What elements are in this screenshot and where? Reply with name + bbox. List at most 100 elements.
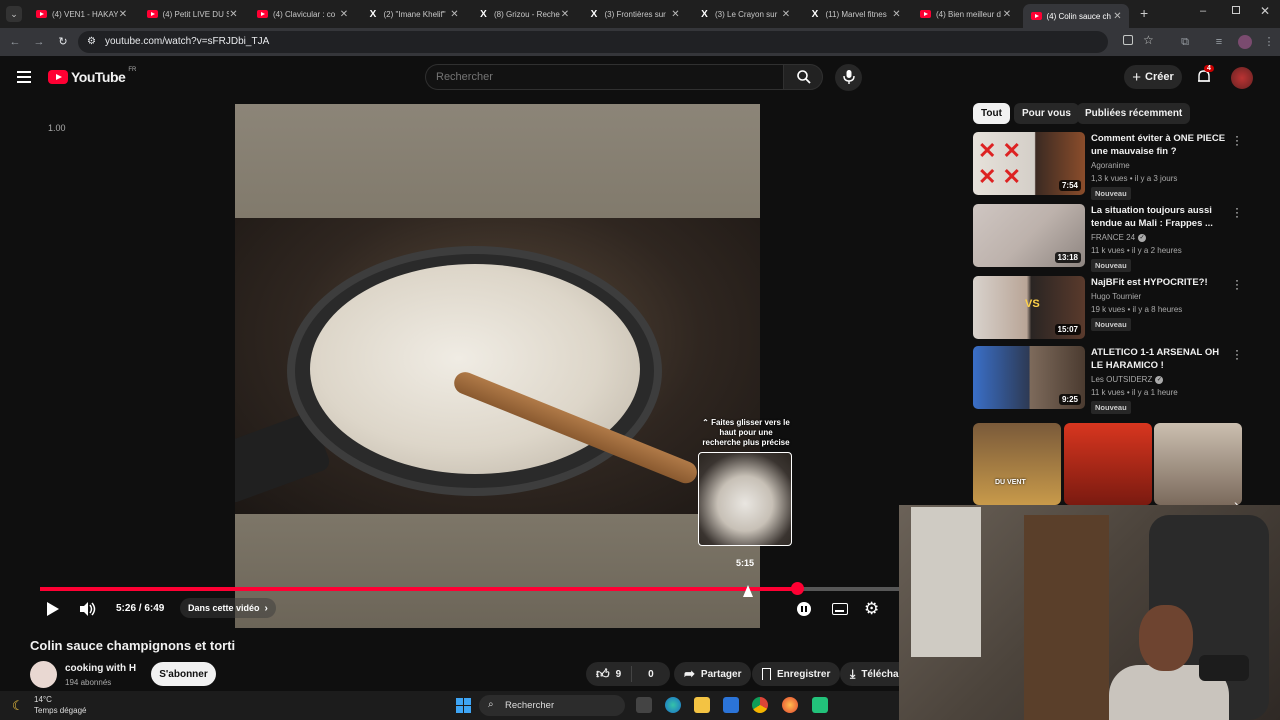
install-app-icon[interactable] bbox=[1123, 35, 1133, 45]
new-tab-button[interactable]: + bbox=[1140, 5, 1148, 21]
tab-close-icon[interactable]: ✕ bbox=[560, 9, 570, 20]
firefox-icon[interactable] bbox=[782, 697, 798, 713]
subscribe-button[interactable]: S'abonner bbox=[151, 662, 216, 686]
short-thumbnail[interactable] bbox=[1154, 423, 1242, 505]
search-button[interactable] bbox=[783, 64, 823, 90]
browser-tab[interactable]: (4) Bien meilleur d ✕ bbox=[912, 4, 1018, 24]
video-title[interactable]: ATLETICO 1-1 ARSENAL OH LE HARAMICO ! bbox=[1091, 346, 1229, 372]
chip-for-you[interactable]: Pour vous bbox=[1014, 103, 1079, 124]
maximize-button[interactable] bbox=[1232, 6, 1240, 14]
minimize-button[interactable]: – bbox=[1200, 5, 1206, 17]
chapters-button[interactable]: Dans cette vidéo › bbox=[180, 598, 276, 618]
autoplay-toggle[interactable] bbox=[797, 599, 811, 619]
video-thumbnail[interactable]: VS 15:07 bbox=[973, 276, 1085, 339]
share-button[interactable]: ➦ Partager bbox=[674, 662, 752, 686]
tab-close-icon[interactable]: ✕ bbox=[450, 9, 460, 20]
tab-close-icon[interactable]: ✕ bbox=[339, 9, 349, 20]
channel-name[interactable]: Agoranime bbox=[1091, 161, 1130, 170]
video-frame[interactable] bbox=[235, 104, 760, 628]
chrome-icon[interactable] bbox=[752, 697, 768, 713]
file-explorer-icon[interactable] bbox=[694, 697, 710, 713]
site-info-icon[interactable]: ⚙ bbox=[87, 36, 96, 47]
tab-close-icon[interactable]: ✕ bbox=[118, 9, 128, 20]
recommendation-item[interactable]: 13:18 La situation toujours aussi tendue… bbox=[973, 202, 1253, 272]
edge-icon[interactable] bbox=[665, 697, 681, 713]
short-thumbnail[interactable] bbox=[1064, 423, 1152, 505]
voice-search-button[interactable] bbox=[835, 64, 862, 91]
windows-start-icon[interactable] bbox=[456, 698, 471, 713]
tab-close-icon[interactable]: ✕ bbox=[229, 9, 239, 20]
extensions-icon[interactable]: ⧉ bbox=[1178, 35, 1192, 49]
channel-avatar[interactable] bbox=[30, 661, 57, 688]
search-box[interactable] bbox=[425, 64, 783, 90]
save-button[interactable]: Enregistrer bbox=[752, 662, 841, 686]
settings-button[interactable]: ⚙ bbox=[864, 599, 879, 619]
tab-close-icon[interactable]: ✕ bbox=[1113, 11, 1123, 22]
hamburger-menu-icon[interactable] bbox=[17, 71, 31, 83]
bookmark-star-icon[interactable]: ☆ bbox=[1143, 33, 1154, 47]
taskbar-search[interactable]: ⌕ Rechercher bbox=[479, 695, 625, 716]
browser-tab[interactable]: X (2) "Imane Khelif" ✕ bbox=[360, 4, 466, 24]
browser-menu-icon[interactable]: ⋮ bbox=[1262, 35, 1276, 49]
browser-tab[interactable]: (4) Colin sauce ch ✕ bbox=[1022, 4, 1129, 28]
recommendation-item[interactable]: ✕ ✕ ✕ ✕ 7:54 Comment éviter à ONE PIECE … bbox=[973, 130, 1253, 200]
tab-search-chevron-icon[interactable]: ⌄ bbox=[6, 6, 22, 22]
video-title[interactable]: NajBFit est HYPOCRITE?! bbox=[1091, 276, 1229, 289]
browser-tab[interactable]: (4) Clavicular : co ✕ bbox=[249, 4, 355, 24]
forward-icon[interactable]: → bbox=[32, 35, 46, 49]
browser-tab[interactable]: X (11) Marvel fitnes ✕ bbox=[802, 4, 908, 24]
more-options-icon[interactable]: · · · bbox=[1234, 274, 1240, 294]
tab-close-icon[interactable]: ✕ bbox=[671, 9, 681, 20]
search-input[interactable] bbox=[436, 71, 766, 83]
video-thumbnail[interactable]: 13:18 bbox=[973, 204, 1085, 267]
task-view-icon[interactable] bbox=[636, 697, 652, 713]
browser-tab[interactable]: X (8) Grizou - Reche ✕ bbox=[470, 4, 576, 24]
channel-name[interactable]: cooking with H bbox=[65, 663, 136, 674]
url-text[interactable]: youtube.com/watch?v=sFRJDbi_TJA bbox=[105, 36, 269, 47]
video-thumbnail[interactable]: ✕ ✕ ✕ ✕ 7:54 bbox=[973, 132, 1085, 195]
tab-close-icon[interactable]: ✕ bbox=[1002, 9, 1012, 20]
recommendation-item[interactable]: 9:25 ATLETICO 1-1 ARSENAL OH LE HARAMICO… bbox=[973, 344, 1253, 414]
address-bar[interactable]: ⚙ youtube.com/watch?v=sFRJDbi_TJA ☆ bbox=[78, 31, 1154, 53]
video-title[interactable]: La situation toujours aussi tendue au Ma… bbox=[1091, 204, 1229, 230]
more-options-icon[interactable]: · · · bbox=[1234, 344, 1240, 364]
channel-name[interactable]: FRANCE 24 ✓ bbox=[1091, 233, 1147, 242]
browser-tab[interactable]: X (3) Frontières sur ✕ bbox=[581, 4, 687, 24]
reload-icon[interactable]: ↻ bbox=[56, 35, 70, 49]
profile-avatar[interactable] bbox=[1238, 35, 1252, 49]
like-button[interactable]: 👍︎ 9 bbox=[586, 666, 633, 682]
account-avatar[interactable] bbox=[1231, 67, 1253, 89]
tab-close-icon[interactable]: ✕ bbox=[892, 9, 902, 20]
browser-tab[interactable]: (4) VEN1 - HAKAY ✕ bbox=[28, 4, 134, 24]
close-window-button[interactable]: ✕ bbox=[1260, 4, 1270, 18]
progress-scrubber[interactable] bbox=[790, 582, 804, 595]
more-options-icon[interactable]: · · · bbox=[1234, 130, 1240, 150]
channel-name[interactable]: Les OUTSIDERZ ✓ bbox=[1091, 375, 1164, 384]
volume-button[interactable] bbox=[79, 599, 97, 619]
recommendation-item[interactable]: VS 15:07 NajBFit est HYPOCRITE?! Hugo To… bbox=[973, 274, 1253, 340]
browser-tab[interactable]: (4) Petit LIVE DU S ✕ bbox=[139, 4, 245, 24]
channel-name[interactable]: Hugo Tournier bbox=[1091, 292, 1141, 301]
more-options-icon[interactable]: · · · bbox=[1234, 202, 1240, 222]
video-title[interactable]: Comment éviter à ONE PIECE une mauvaise … bbox=[1091, 132, 1229, 158]
app-icon[interactable] bbox=[812, 697, 828, 713]
short-thumbnail[interactable]: DU VENT bbox=[973, 423, 1061, 505]
youtube-logo[interactable]: YouTube FR bbox=[48, 67, 136, 85]
store-icon[interactable] bbox=[723, 697, 739, 713]
progress-bar[interactable] bbox=[40, 582, 900, 595]
video-player[interactable]: 1.00 ⌃ Faites glisser vers le haut pour … bbox=[0, 100, 900, 630]
tab-media-icon[interactable]: ≡ bbox=[1212, 35, 1226, 49]
tab-close-icon[interactable]: ✕ bbox=[781, 9, 791, 20]
play-button[interactable] bbox=[46, 599, 60, 619]
dislike-button[interactable]: 0 bbox=[638, 669, 664, 680]
notifications-button[interactable]: 4 bbox=[1196, 65, 1214, 85]
chip-recently-uploaded[interactable]: Publiées récemment bbox=[1077, 103, 1191, 124]
subtitles-button[interactable] bbox=[832, 599, 848, 619]
weather-moon-icon[interactable]: ☾ bbox=[12, 698, 24, 714]
video-thumbnail[interactable]: 9:25 bbox=[973, 346, 1085, 409]
back-icon[interactable]: ← bbox=[8, 35, 22, 49]
chip-all[interactable]: Tout bbox=[973, 103, 1010, 124]
browser-tab[interactable]: X (3) Le Crayon sur ✕ bbox=[691, 4, 797, 24]
create-button[interactable]: + Créer bbox=[1124, 65, 1182, 89]
download-button[interactable]: ⤓ Téléchar bbox=[840, 662, 900, 686]
